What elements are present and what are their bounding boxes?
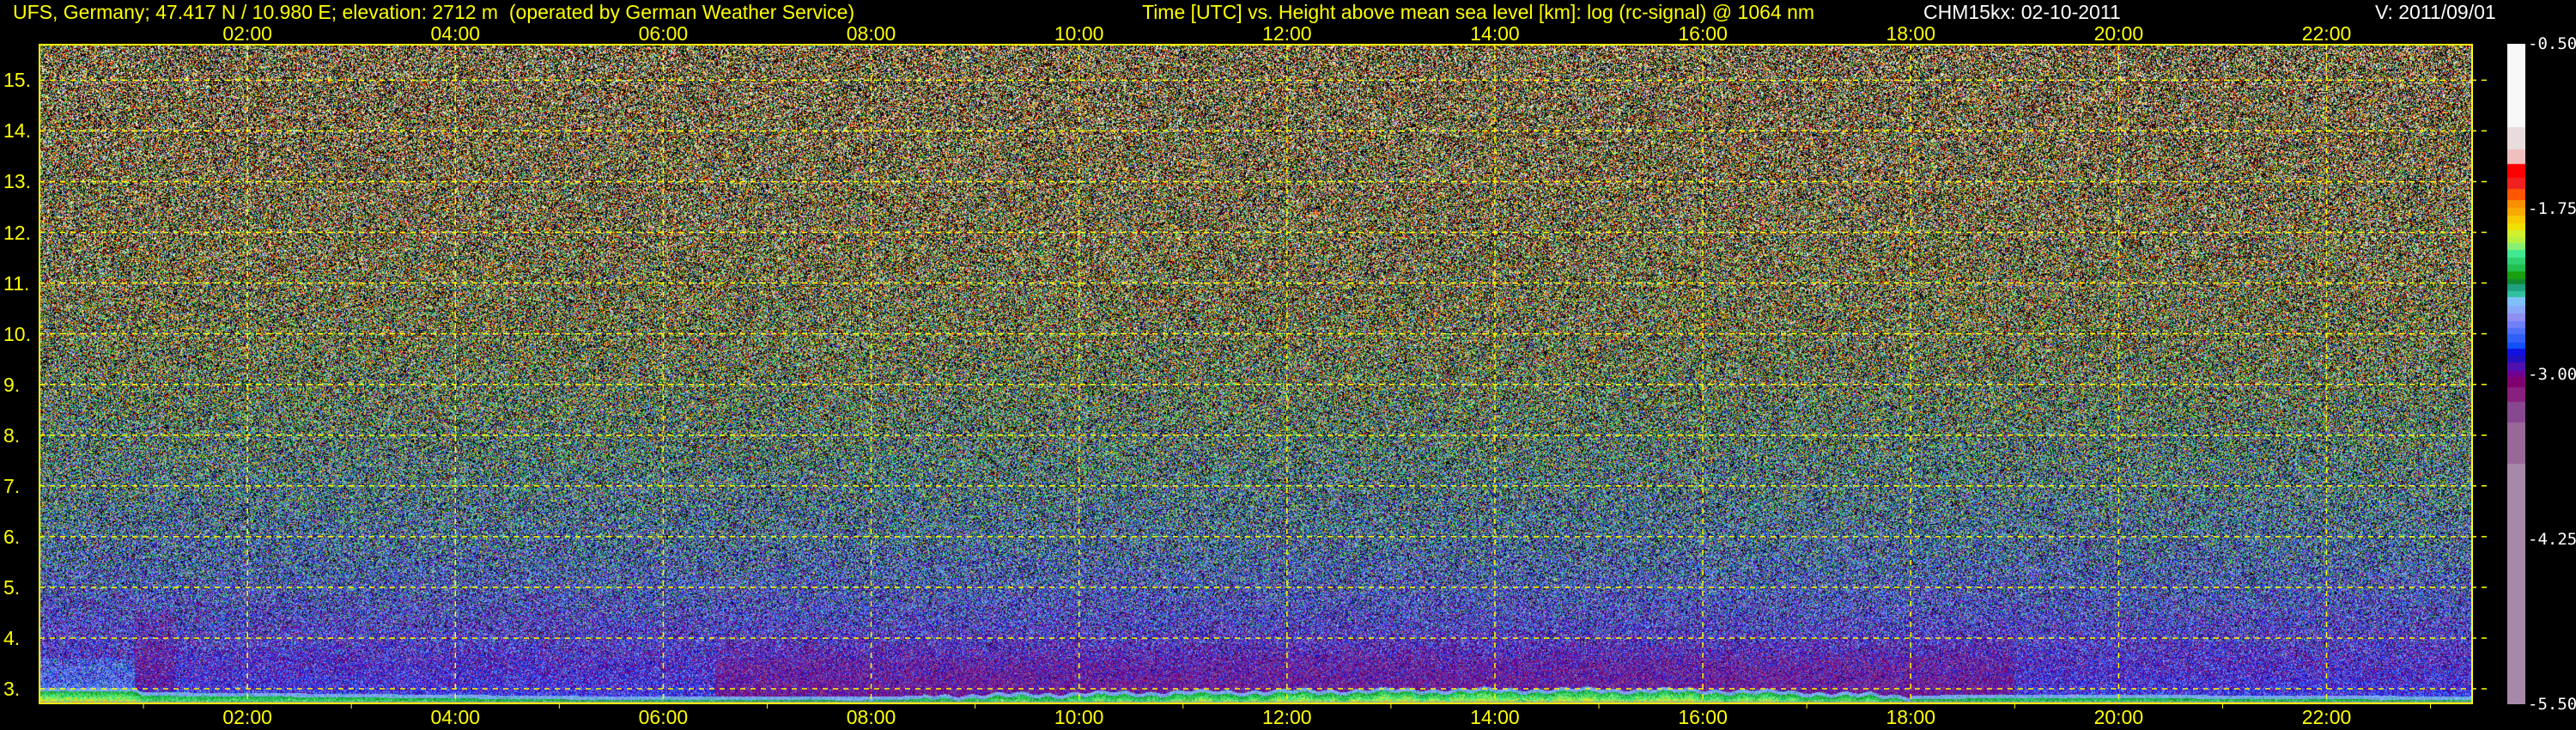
x-tick-label-bottom: 10:00 — [1054, 706, 1104, 728]
x-tick-label-top: 16:00 — [1678, 22, 1728, 45]
x-tick-label-top: 08:00 — [846, 22, 896, 45]
y-tick-label: 7. — [3, 474, 21, 497]
x-tick-label-top: 18:00 — [1886, 22, 1935, 45]
y-tick-label: 8. — [3, 423, 21, 447]
x-tick-label-bottom: 02:00 — [222, 706, 272, 728]
x-tick-label-top: 04:00 — [430, 22, 481, 45]
y-tick-label: 10. — [3, 322, 31, 345]
x-tick-label-top: 02:00 — [222, 22, 272, 45]
colorbar-tick-label: -0.50 — [2528, 34, 2576, 53]
x-tick-label-bottom: 22:00 — [2301, 706, 2352, 728]
x-tick-label-top: 10:00 — [1054, 22, 1104, 45]
version-label: V: 2011/09/01 — [2375, 1, 2496, 23]
y-tick-label: 15. — [3, 69, 31, 92]
colorbar-tick-label: -3.00 — [2528, 364, 2576, 384]
y-tick-label: 4. — [3, 626, 21, 649]
y-tick-label: 3. — [3, 677, 21, 700]
x-tick-label-bottom: 20:00 — [2093, 706, 2144, 728]
y-tick-label: 11. — [3, 271, 30, 295]
x-tick-label-bottom: 18:00 — [1886, 706, 1935, 728]
y-tick-label: 14. — [3, 119, 31, 143]
station-info: UFS, Germany; 47.417 N / 10.980 E; eleva… — [13, 1, 855, 23]
y-tick-label: 13. — [3, 170, 31, 193]
backscatter-heatmap — [39, 45, 2472, 703]
x-tick-label-bottom: 06:00 — [638, 706, 689, 728]
x-tick-label-top: 14:00 — [1470, 22, 1520, 45]
colorbar — [2507, 44, 2525, 704]
x-tick-label-top: 12:00 — [1262, 22, 1312, 45]
x-tick-label-top: 22:00 — [2301, 22, 2352, 45]
x-tick-label-top: 20:00 — [2093, 22, 2144, 45]
x-tick-label-bottom: 04:00 — [430, 706, 481, 728]
y-tick-label: 6. — [3, 525, 21, 548]
x-tick-label-bottom: 14:00 — [1470, 706, 1520, 728]
y-tick-label: 5. — [3, 575, 21, 599]
colorbar-tick-label: -5.50 — [2528, 695, 2576, 714]
colorbar-tick-label: -1.75 — [2528, 199, 2576, 219]
y-tick-label: 12. — [3, 221, 31, 244]
x-tick-label-bottom: 08:00 — [846, 706, 896, 728]
y-tick-label: 9. — [3, 373, 21, 396]
x-tick-label-bottom: 12:00 — [1262, 706, 1312, 728]
instrument-date: CHM15kx: 02-10-2011 — [1923, 1, 2121, 23]
x-tick-label-bottom: 16:00 — [1678, 706, 1728, 728]
plot-title: Time [UTC] vs. Height above mean sea lev… — [1142, 1, 1815, 23]
x-tick-label-top: 06:00 — [638, 22, 689, 45]
colorbar-tick-label: -4.25 — [2528, 529, 2576, 549]
